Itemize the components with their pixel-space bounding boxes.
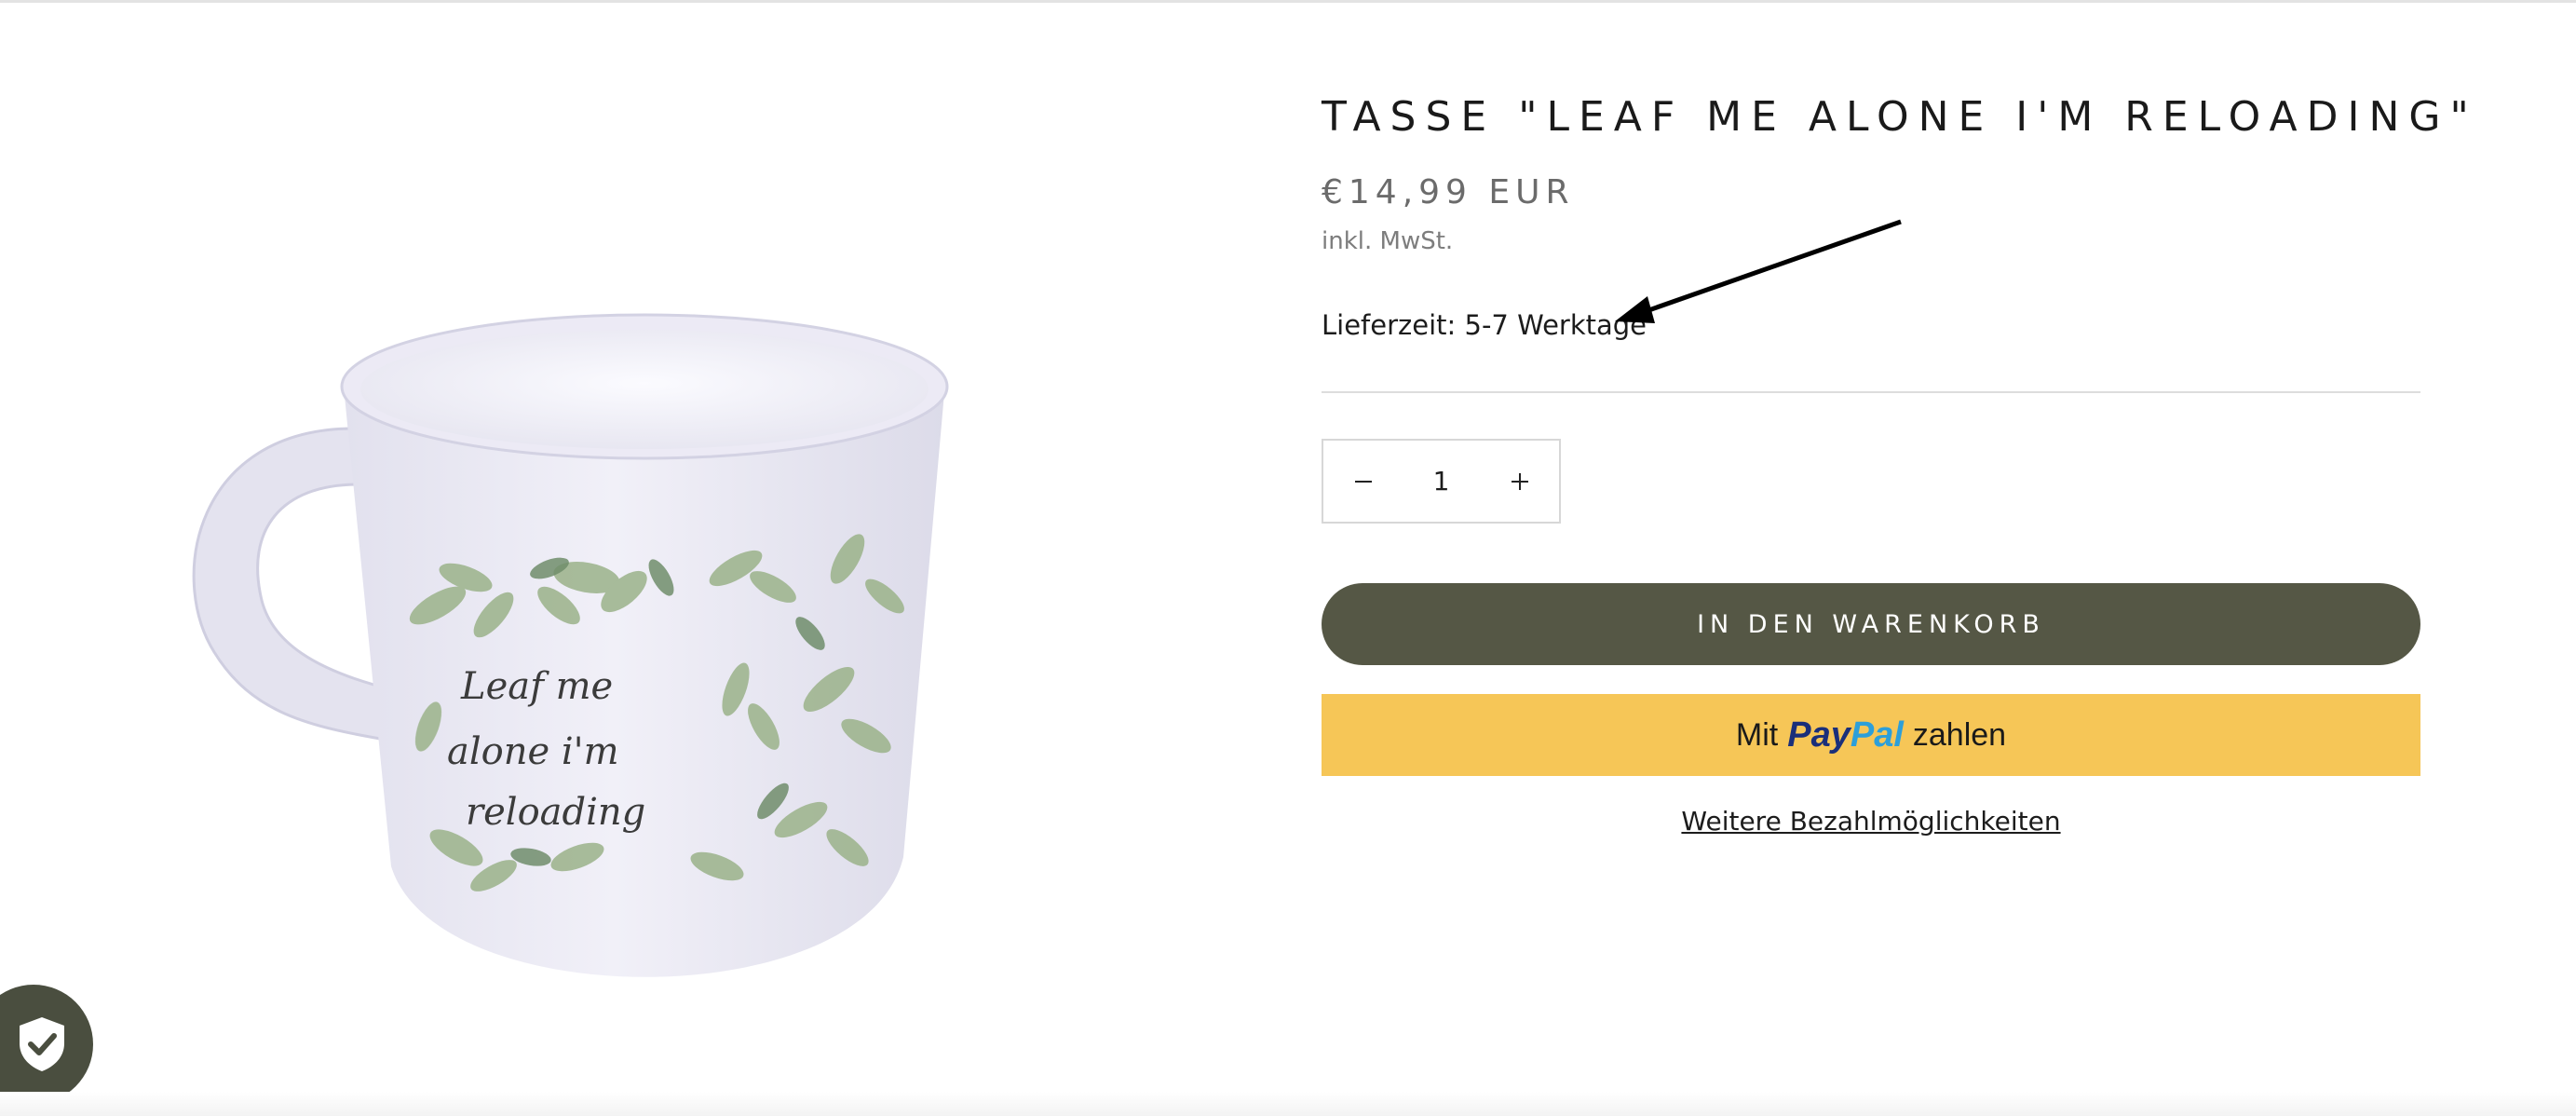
quantity-stepper[interactable]: 1 (1322, 439, 1561, 524)
paypal-suffix: zahlen (1912, 716, 2007, 753)
paypal-button[interactable]: Mit PayPal zahlen (1322, 694, 2420, 776)
delivery-time: Lieferzeit: 5-7 Werktage (1322, 309, 1647, 341)
add-to-cart-button[interactable]: IN DEN WARENKORB (1322, 583, 2420, 665)
tax-note: inkl. MwSt. (1322, 227, 1454, 255)
more-payment-options-link[interactable]: Weitere Bezahlmöglichkeiten (1681, 806, 2060, 837)
quantity-decrease-button[interactable] (1323, 441, 1403, 522)
product-price: €14,99 EUR (1322, 173, 1575, 211)
paypal-logo-pal: Pal (1850, 715, 1904, 755)
mug-text-line-1: Leaf me (460, 665, 613, 708)
quantity-increase-button[interactable] (1480, 441, 1559, 522)
plus-icon (1511, 472, 1528, 490)
mug-text-line-3: reloading (466, 791, 645, 834)
product-title: TASSE "LEAF ME ALONE I'M RELOADING" (1322, 93, 2478, 141)
paypal-prefix: Mit (1735, 716, 1779, 753)
paypal-logo-pay: Pay (1787, 715, 1851, 755)
shield-badge-button[interactable] (0, 985, 93, 1104)
divider (1322, 391, 2420, 393)
mug-text-line-2: alone i'm (447, 730, 619, 773)
bottom-edge (0, 1092, 2576, 1116)
more-payment-options: Weitere Bezahlmöglichkeiten (1322, 806, 2420, 837)
product-image[interactable]: Leaf me alone i'm reloading (158, 298, 978, 1043)
quantity-input[interactable]: 1 (1403, 441, 1480, 522)
minus-icon (1354, 480, 1372, 483)
arrow-icon (1615, 219, 1902, 323)
top-border (0, 0, 2576, 3)
paypal-logo: PayPal (1787, 715, 1904, 755)
shield-check-icon (20, 1017, 64, 1071)
